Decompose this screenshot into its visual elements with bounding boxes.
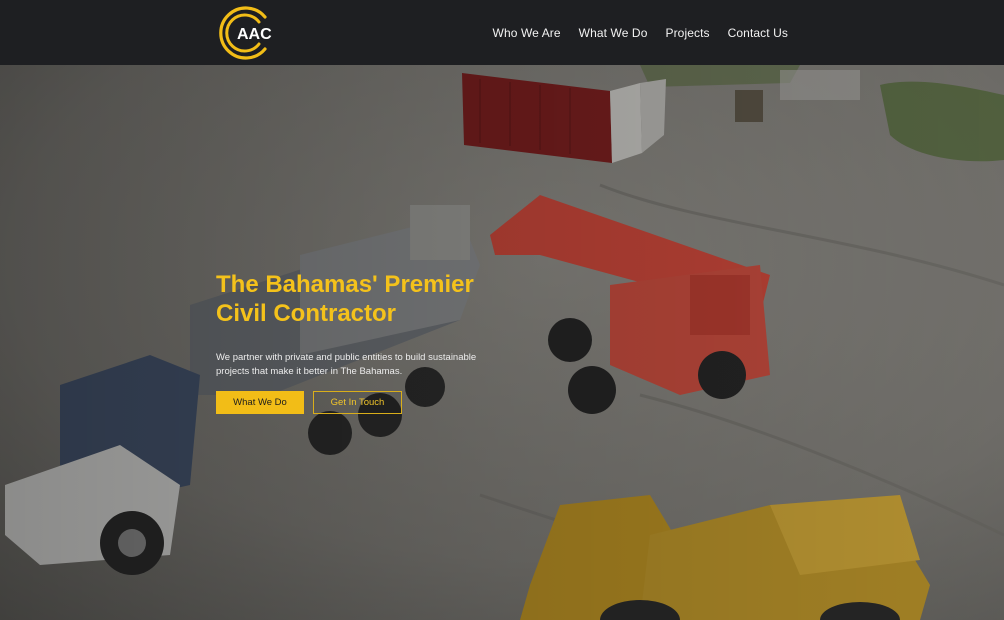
hero-content: The Bahamas' Premier Civil Contractor We…: [216, 270, 546, 414]
nav-projects[interactable]: Projects: [665, 26, 709, 40]
hero-section: The Bahamas' Premier Civil Contractor We…: [0, 65, 1004, 620]
nav-who-we-are[interactable]: Who We Are: [493, 26, 561, 40]
hero-title-line-2: Civil Contractor: [216, 300, 397, 327]
hero-subtitle: We partner with private and public entit…: [216, 352, 477, 377]
hero-buttons: What We Do Get In Touch: [216, 391, 546, 414]
nav-contact-us[interactable]: Contact Us: [728, 26, 788, 40]
logo-text: AAC: [237, 26, 272, 43]
get-in-touch-button[interactable]: Get In Touch: [313, 391, 402, 414]
site-header: AAC Who We Are What We Do Projects Conta…: [0, 0, 1004, 65]
hero-title: The Bahamas' Premier Civil Contractor: [216, 270, 546, 328]
what-we-do-button[interactable]: What We Do: [216, 391, 304, 414]
hero-title-line-1: The Bahamas' Premier: [216, 271, 474, 298]
main-nav: Who We Are What We Do Projects Contact U…: [493, 0, 788, 65]
nav-what-we-do[interactable]: What We Do: [579, 26, 648, 40]
aac-logo[interactable]: AAC: [215, 6, 277, 60]
